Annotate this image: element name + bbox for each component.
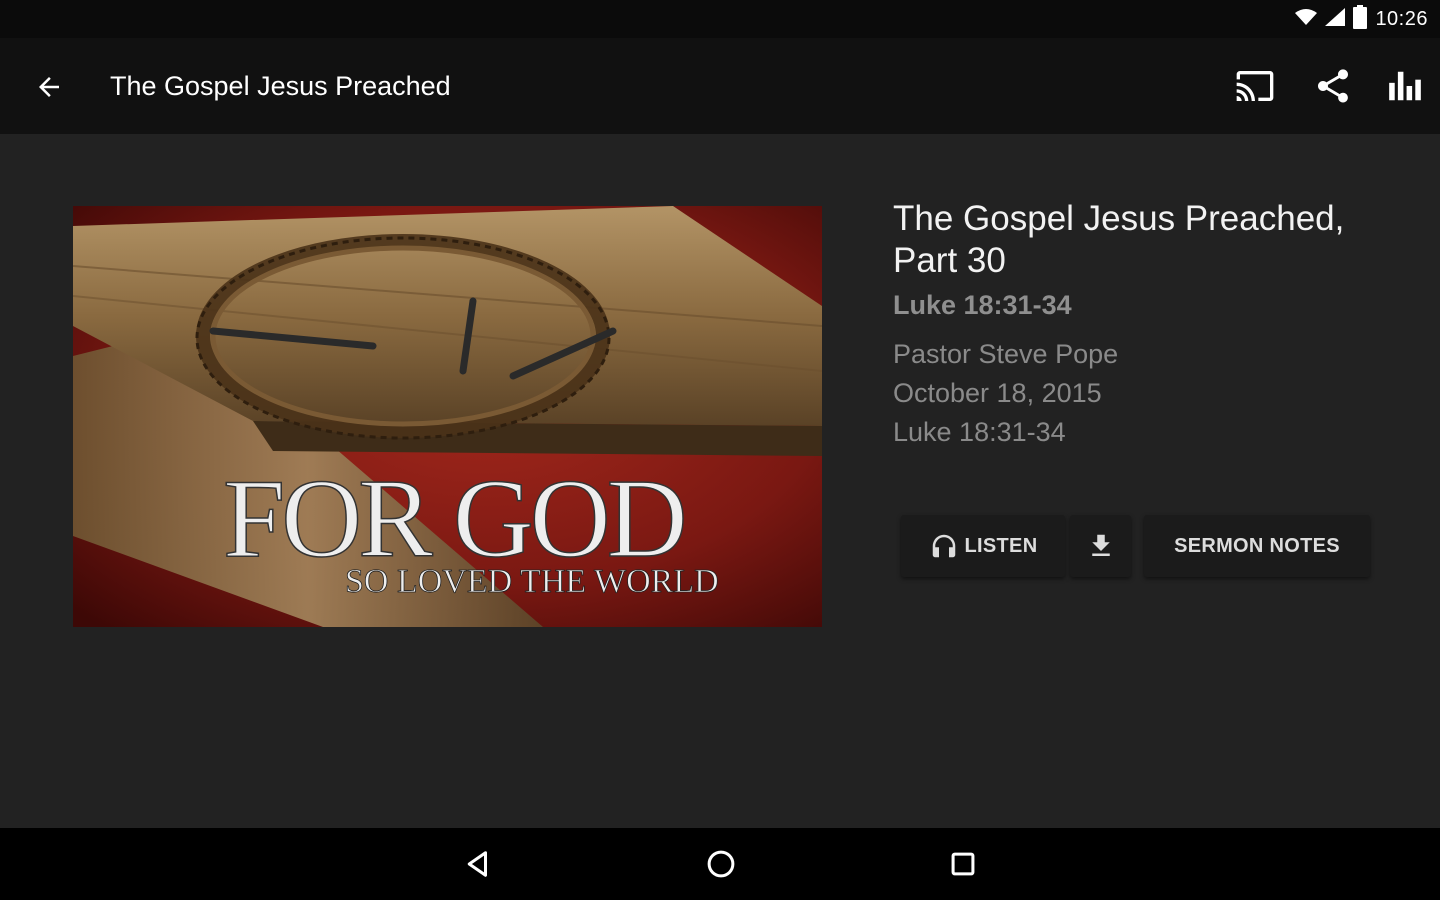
sermon-notes-button[interactable]: SERMON NOTES bbox=[1144, 515, 1370, 577]
sermon-title: The Gospel Jesus Preached, Part 30 bbox=[893, 199, 1345, 280]
artwork-subtitle: SO LOVED THE WORLD bbox=[345, 563, 719, 600]
square-recents-icon bbox=[951, 852, 975, 876]
signal-icon bbox=[1325, 7, 1346, 31]
sermon-artwork: FOR GOD SO LOVED THE WORLD bbox=[73, 206, 822, 627]
app-bar: The Gospel Jesus Preached bbox=[0, 38, 1440, 134]
back-button[interactable] bbox=[26, 64, 72, 110]
sermon-reference: Luke 18:31-34 bbox=[893, 417, 1066, 447]
page-title: The Gospel Jesus Preached bbox=[110, 71, 451, 101]
navigation-bar bbox=[0, 828, 1440, 900]
nav-back-button[interactable] bbox=[454, 842, 502, 886]
download-icon bbox=[1091, 534, 1110, 556]
status-icons: 10:26 bbox=[1295, 0, 1428, 38]
listen-label: LISTEN bbox=[964, 534, 1038, 557]
sermon-passage: Luke 18:31-34 bbox=[893, 290, 1072, 320]
sermon-date: October 18, 2015 bbox=[893, 378, 1102, 408]
cast-icon bbox=[1236, 71, 1274, 101]
wifi-icon bbox=[1295, 8, 1318, 31]
battery-icon bbox=[1353, 4, 1368, 34]
circle-home-icon bbox=[707, 850, 735, 878]
nav-home-button[interactable] bbox=[697, 842, 745, 886]
listen-button[interactable]: LISTEN bbox=[901, 515, 1065, 577]
stats-icon bbox=[1389, 71, 1421, 101]
arrow-left-icon bbox=[39, 77, 59, 97]
share-button[interactable] bbox=[1309, 62, 1357, 110]
cast-button[interactable] bbox=[1231, 62, 1279, 110]
sermon-detail: FOR GOD SO LOVED THE WORLD The Gospel Je… bbox=[0, 134, 1440, 828]
nav-recents-button[interactable] bbox=[939, 842, 987, 886]
status-bar: 10:26 bbox=[0, 0, 1440, 38]
sermon-info: The Gospel Jesus Preached, Part 30 Luke … bbox=[893, 198, 1413, 452]
download-button[interactable] bbox=[1070, 515, 1131, 577]
sermon-meta: Pastor Steve Pope October 18, 2015 Luke … bbox=[893, 335, 1413, 452]
stats-button[interactable] bbox=[1381, 62, 1429, 110]
headphones-icon bbox=[932, 534, 955, 558]
sermon-speaker: Pastor Steve Pope bbox=[893, 339, 1119, 369]
status-time: 10:26 bbox=[1375, 7, 1428, 30]
sermon-notes-label: SERMON NOTES bbox=[1174, 534, 1340, 557]
triangle-back-icon bbox=[467, 851, 487, 877]
share-icon bbox=[1318, 69, 1348, 103]
